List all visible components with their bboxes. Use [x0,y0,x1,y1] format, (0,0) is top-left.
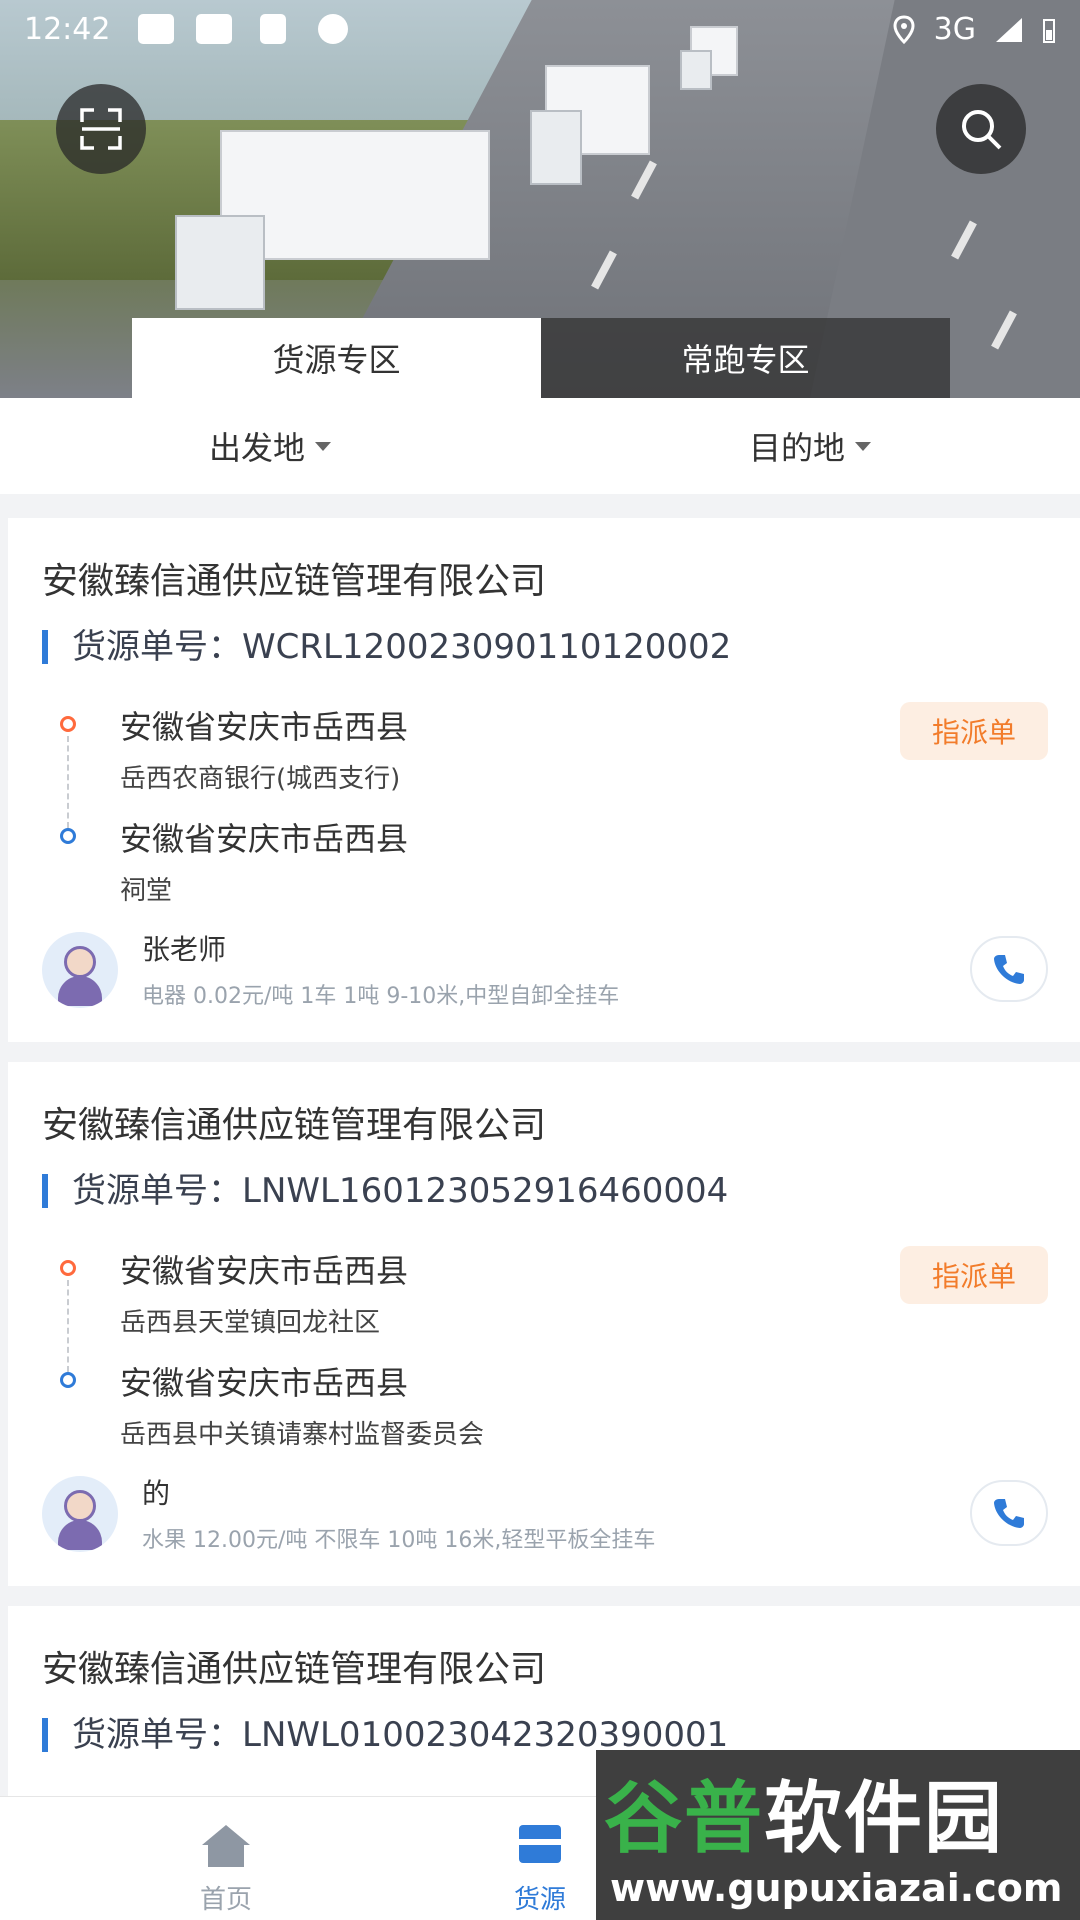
route-line [67,1280,69,1372]
contact-name: 的 [142,1477,171,1510]
destination-dot-icon [60,1372,76,1388]
scan-icon [80,108,122,150]
truck-1-cab [175,215,265,310]
sd-card-icon [260,14,286,44]
watermark-green-text: 谷普 [604,1774,765,1864]
contact-name: 张老师 [142,933,227,966]
watermark-white-text: 软件园 [764,1774,1005,1864]
scan-button[interactable] [56,84,146,174]
home-icon [202,1825,250,1867]
company-name: 安徽臻信通供应链管理有限公司 [42,561,547,602]
avatar [42,1476,118,1552]
call-button[interactable] [970,936,1048,1002]
status-right: 3G [892,12,1056,47]
avatar [42,932,118,1008]
status-time: 12:42 [24,12,111,47]
location-icon [893,14,915,44]
watermark: 谷普软件园 www.gupuxiazai.com [596,1750,1080,1920]
status-bar: 12:42 3G [0,0,1080,60]
truck-2-cab [530,110,582,185]
notification-icon [196,14,232,44]
origin-address: 岳西县天堂镇回龙社区 [120,1308,381,1338]
company-name: 安徽臻信通供应链管理有限公司 [42,1105,547,1146]
caret-down-icon [315,441,331,451]
cargo-icon [519,1825,561,1863]
phone-icon [994,1499,1024,1528]
filter-bar: 出发地 目的地 [0,398,1080,494]
notification-icon [138,14,174,44]
zone-tabs: 货源专区 常跑专区 [132,318,950,398]
destination-province: 安徽省安庆市岳西县 [120,1364,409,1402]
assigned-order-badge: 指派单 [900,702,1048,760]
watermark-url: www.gupuxiazai.com [610,1866,1063,1910]
call-button[interactable] [970,1480,1048,1546]
destination-filter-label: 目的地 [748,429,845,467]
destination-address: 祠堂 [120,876,173,906]
order-number: 货源单号：LNWL16012305291646000​4 [42,1174,728,1208]
route-line [67,736,69,828]
nav-home[interactable]: 首页 [136,1797,316,1920]
origin-filter-label: 出发地 [208,429,305,467]
search-button[interactable] [936,84,1026,174]
network-type: 3G [933,12,976,47]
origin-dot-icon [60,716,76,732]
signal-icon [996,17,1022,42]
cargo-card[interactable]: 安徽臻信通供应链管理有限公司 货源单号：WCRL1200230901101200… [8,518,1080,1042]
origin-province: 安徽省安庆市岳西县 [120,1252,409,1290]
tab-cargo-zone[interactable]: 货源专区 [132,318,541,398]
nav-home-label: 首页 [199,1885,252,1915]
company-name: 安徽臻信通供应链管理有限公司 [42,1649,547,1690]
origin-dot-icon [60,1260,76,1276]
watermark-title: 谷普软件园 [604,1756,1004,1868]
cargo-info: 电器 0.02元/吨 1车 1吨 9-10米,中型自卸全挂车 [142,984,620,1009]
cargo-info: 水果 12.00元/吨 不限车 10吨 16米,轻型平板全挂车 [142,1528,656,1553]
order-number: 货源单号：WCRL12002309011012000​2 [42,630,731,664]
destination-dot-icon [60,828,76,844]
cargo-card[interactable]: 安徽臻信通供应链管理有限公司 货源单号：LNWL1601230529164600… [8,1062,1080,1586]
order-number: 货源单号：LNWL01002304232039000​1 [42,1718,728,1752]
search-icon [962,110,1002,150]
origin-filter[interactable]: 出发地 [0,398,540,494]
caret-down-icon [855,441,871,451]
battery-icon [1043,18,1055,43]
phone-icon [994,955,1024,984]
destination-address: 岳西县中关镇请寨村监督委员会 [120,1420,485,1450]
origin-province: 安徽省安庆市岳西县 [120,708,409,746]
app-notification-icon [318,14,348,44]
destination-province: 安徽省安庆市岳西县 [120,820,409,858]
tab-regular-route-zone[interactable]: 常跑专区 [541,318,950,398]
destination-filter[interactable]: 目的地 [540,398,1080,494]
assigned-order-badge: 指派单 [900,1246,1048,1304]
origin-address: 岳西农商银行(城西支行) [120,764,401,794]
